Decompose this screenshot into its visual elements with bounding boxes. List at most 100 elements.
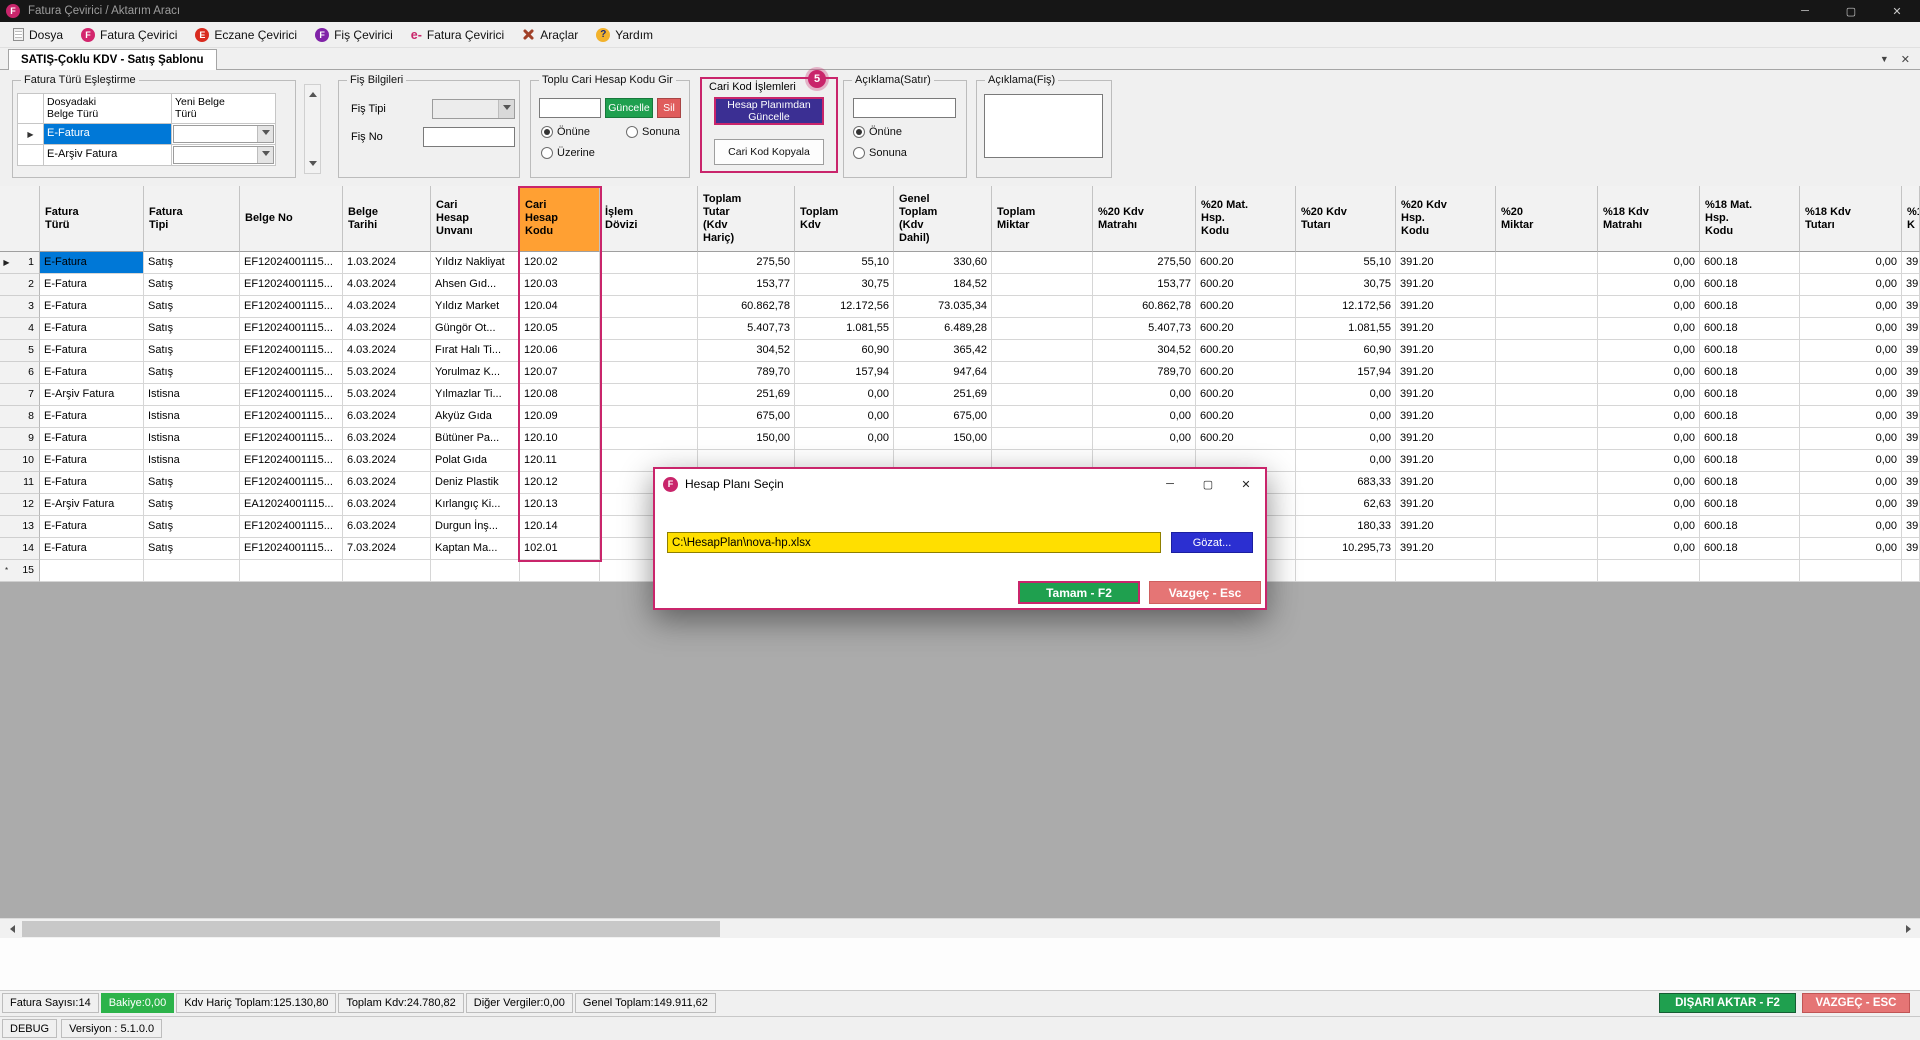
scroll-down-icon[interactable] [305, 158, 320, 173]
cell-9-kdv18-tutari[interactable]: 0,00 [1800, 428, 1902, 450]
cell-5-genel-toplam[interactable]: 365,42 [894, 340, 992, 362]
cell-4-kdv20-mat-hsp-kodu[interactable]: 600.20 [1196, 318, 1296, 340]
cell-7-toplam-kdv[interactable]: 0,00 [795, 384, 894, 406]
cell-11-kdv18-tutari[interactable]: 0,00 [1800, 472, 1902, 494]
cell-11-cari-hesap-unvani[interactable]: Deniz Plastik [431, 472, 520, 494]
cell-6-islem-dovizi[interactable] [600, 362, 698, 384]
cell-7-kdv18-hsp-kodu-partial[interactable]: 39 [1902, 384, 1920, 406]
cell-9-fatura-turu[interactable]: E-Fatura [40, 428, 144, 450]
mapping-row1-target-combo[interactable] [173, 125, 274, 143]
cell-15-kdv20-tutari[interactable] [1296, 560, 1396, 582]
cell-14-belge-no[interactable]: EF12024001115... [240, 538, 343, 560]
cell-6-cari-hesap-kodu[interactable]: 120.07 [520, 362, 600, 384]
cell-11-kdv18-hsp-kodu-partial[interactable]: 39 [1902, 472, 1920, 494]
cell-11-belge-no[interactable]: EF12024001115... [240, 472, 343, 494]
cell-7-kdv20-tutari[interactable]: 0,00 [1296, 384, 1396, 406]
cell-11-belge-tarihi[interactable]: 6.03.2024 [343, 472, 431, 494]
cell-8-kdv18-tutari[interactable]: 0,00 [1800, 406, 1902, 428]
cell-8-belge-tarihi[interactable]: 6.03.2024 [343, 406, 431, 428]
cell-1-toplam-kdv[interactable]: 55,10 [795, 252, 894, 274]
cell-8-fatura-tipi[interactable]: Istisna [144, 406, 240, 428]
cell-8-kdv20-tutari[interactable]: 0,00 [1296, 406, 1396, 428]
cell-8-toplam-tutar[interactable]: 675,00 [698, 406, 795, 428]
mapping-row1-source[interactable]: E-Fatura [44, 124, 172, 145]
cell-12-kdv18-tutari[interactable]: 0,00 [1800, 494, 1902, 516]
column-header-fatura-turu[interactable]: Fatura Türü [40, 186, 144, 252]
cell-3-islem-dovizi[interactable] [600, 296, 698, 318]
cell-8-kdv18-mat-hsp-kodu[interactable]: 600.18 [1700, 406, 1800, 428]
row-header-6[interactable]: 6 [0, 362, 40, 384]
cell-2-cari-hesap-unvani[interactable]: Ahsen Gıd... [431, 274, 520, 296]
cell-2-kdv20-matrahi[interactable]: 153,77 [1093, 274, 1196, 296]
mapping-row2-header[interactable] [18, 145, 44, 166]
cell-7-belge-tarihi[interactable]: 5.03.2024 [343, 384, 431, 406]
cell-6-cari-hesap-unvani[interactable]: Yorulmaz K... [431, 362, 520, 384]
column-header-kdv20-mat-hsp-kodu[interactable]: %20 Mat. Hsp. Kodu [1196, 186, 1296, 252]
cell-14-kdv18-mat-hsp-kodu[interactable]: 600.18 [1700, 538, 1800, 560]
cell-7-fatura-tipi[interactable]: Istisna [144, 384, 240, 406]
column-header-toplam-tutar[interactable]: Toplam Tutar (Kdv Hariç) [698, 186, 795, 252]
cell-3-cari-hesap-kodu[interactable]: 120.04 [520, 296, 600, 318]
cell-5-kdv20-miktar[interactable] [1496, 340, 1598, 362]
cell-8-kdv20-matrahi[interactable]: 0,00 [1093, 406, 1196, 428]
cell-13-fatura-turu[interactable]: E-Fatura [40, 516, 144, 538]
mapping-row1-header[interactable]: ▶ [18, 124, 44, 145]
cell-6-toplam-miktar[interactable] [992, 362, 1093, 384]
cell-10-belge-tarihi[interactable]: 6.03.2024 [343, 450, 431, 472]
cell-6-kdv20-hsp-kodu[interactable]: 391.20 [1396, 362, 1496, 384]
tab-list-dropdown-icon[interactable]: ▼ [1880, 54, 1889, 64]
menu-item-araclar[interactable]: Araçlar [513, 22, 587, 47]
column-header-kdv18-matrahi[interactable]: %18 Kdv Matrahı [1598, 186, 1700, 252]
cell-6-toplam-kdv[interactable]: 157,94 [795, 362, 894, 384]
column-header-toplam-kdv[interactable]: Toplam Kdv [795, 186, 894, 252]
cell-12-kdv18-matrahi[interactable]: 0,00 [1598, 494, 1700, 516]
cell-6-kdv20-miktar[interactable] [1496, 362, 1598, 384]
cell-11-fatura-tipi[interactable]: Satış [144, 472, 240, 494]
cell-8-kdv18-matrahi[interactable]: 0,00 [1598, 406, 1700, 428]
cell-1-belge-no[interactable]: EF12024001115... [240, 252, 343, 274]
row-header-13[interactable]: 13 [0, 516, 40, 538]
cell-2-kdv18-mat-hsp-kodu[interactable]: 600.18 [1700, 274, 1800, 296]
cell-14-fatura-turu[interactable]: E-Fatura [40, 538, 144, 560]
cell-12-fatura-turu[interactable]: E-Arşiv Fatura [40, 494, 144, 516]
row-header-15[interactable]: * 15 [0, 560, 40, 582]
cell-11-fatura-turu[interactable]: E-Fatura [40, 472, 144, 494]
cell-13-kdv18-hsp-kodu-partial[interactable]: 39 [1902, 516, 1920, 538]
cell-4-kdv18-matrahi[interactable]: 0,00 [1598, 318, 1700, 340]
cell-15-belge-no[interactable] [240, 560, 343, 582]
aciklama-fis-textarea[interactable] [984, 94, 1103, 158]
menu-item-yardim[interactable]: ? Yardım [587, 22, 662, 47]
cell-7-belge-no[interactable]: EF12024001115... [240, 384, 343, 406]
cell-1-kdv18-hsp-kodu-partial[interactable]: 39 [1902, 252, 1920, 274]
menu-item-eczane-cevirici[interactable]: E Eczane Çevirici [186, 22, 306, 47]
cell-7-genel-toplam[interactable]: 251,69 [894, 384, 992, 406]
cell-14-kdv20-tutari[interactable]: 10.295,73 [1296, 538, 1396, 560]
vazgec-button[interactable]: VAZGEÇ - ESC [1802, 993, 1910, 1013]
cell-2-kdv18-hsp-kodu-partial[interactable]: 39 [1902, 274, 1920, 296]
cell-7-fatura-turu[interactable]: E-Arşiv Fatura [40, 384, 144, 406]
radio-sonuna[interactable]: Sonuna [626, 126, 680, 138]
cell-3-kdv20-mat-hsp-kodu[interactable]: 600.20 [1196, 296, 1296, 318]
cell-1-toplam-miktar[interactable] [992, 252, 1093, 274]
cell-4-kdv20-tutari[interactable]: 1.081,55 [1296, 318, 1396, 340]
radio-sonuna-satir[interactable]: Sonuna [853, 147, 907, 159]
cell-4-cari-hesap-unvani[interactable]: Güngör Ot... [431, 318, 520, 340]
cell-9-belge-no[interactable]: EF12024001115... [240, 428, 343, 450]
cell-3-kdv18-tutari[interactable]: 0,00 [1800, 296, 1902, 318]
cell-15-kdv18-tutari[interactable] [1800, 560, 1902, 582]
cell-5-toplam-tutar[interactable]: 304,52 [698, 340, 795, 362]
dialog-close-button[interactable]: ✕ [1227, 469, 1265, 499]
mapping-row2-target-combo[interactable] [173, 146, 274, 164]
cell-12-kdv18-mat-hsp-kodu[interactable]: 600.18 [1700, 494, 1800, 516]
cell-14-kdv20-hsp-kodu[interactable]: 391.20 [1396, 538, 1496, 560]
tab-close-icon[interactable]: ✕ [1901, 53, 1910, 66]
column-header-kdv18-tutari[interactable]: %18 Kdv Tutarı [1800, 186, 1902, 252]
cell-1-kdv20-matrahi[interactable]: 275,50 [1093, 252, 1196, 274]
cell-14-kdv20-miktar[interactable] [1496, 538, 1598, 560]
cell-10-fatura-turu[interactable]: E-Fatura [40, 450, 144, 472]
cell-1-belge-tarihi[interactable]: 1.03.2024 [343, 252, 431, 274]
cell-5-belge-tarihi[interactable]: 4.03.2024 [343, 340, 431, 362]
chevron-down-icon[interactable] [257, 147, 273, 163]
cell-3-cari-hesap-unvani[interactable]: Yıldız Market [431, 296, 520, 318]
cell-11-kdv18-matrahi[interactable]: 0,00 [1598, 472, 1700, 494]
